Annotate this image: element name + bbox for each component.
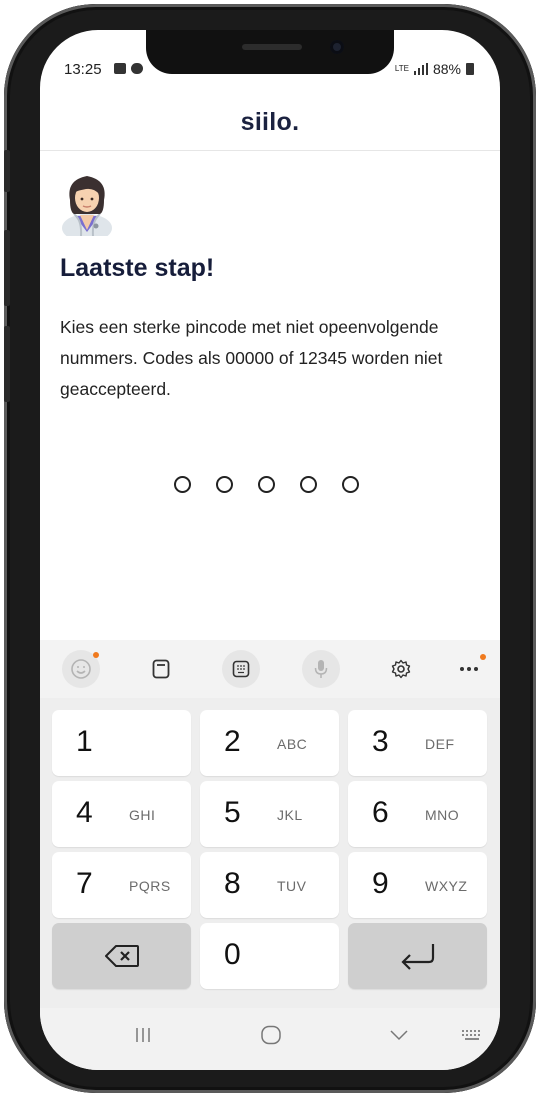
key-number: 5 xyxy=(224,796,241,829)
volume-down-button xyxy=(4,326,10,402)
notification-dot xyxy=(480,654,486,660)
key-2[interactable]: 2 ABC xyxy=(200,710,339,776)
key-letters: GHI xyxy=(129,807,156,823)
pin-dot xyxy=(174,476,191,493)
doctor-woman-icon xyxy=(62,176,112,236)
key-number: 8 xyxy=(224,867,241,900)
key-number: 0 xyxy=(224,938,241,971)
key-letters: WXYZ xyxy=(425,878,468,894)
key-number: 7 xyxy=(76,867,93,900)
key-1[interactable]: 1 xyxy=(52,710,191,776)
notification-icons xyxy=(114,63,143,74)
key-5[interactable]: 5 JKL xyxy=(200,781,339,847)
key-letters: MNO xyxy=(425,807,460,823)
key-0[interactable]: 0 xyxy=(200,923,339,989)
volume-up-button xyxy=(4,230,10,306)
key-3[interactable]: 3 DEF xyxy=(348,710,487,776)
key-letters: PQRS xyxy=(129,878,171,894)
battery-percent: 88% xyxy=(432,61,461,77)
key-4[interactable]: 4 GHI xyxy=(52,781,191,847)
pin-dot xyxy=(216,476,233,493)
enter-icon xyxy=(400,944,434,970)
pin-dot xyxy=(300,476,317,493)
network-type: LTE xyxy=(394,64,409,73)
camera xyxy=(330,40,344,54)
key-letters: ABC xyxy=(277,736,308,752)
key-8[interactable]: 8 TUV xyxy=(200,852,339,918)
navigation-bar xyxy=(40,1008,500,1070)
page-heading: Laatste stap! xyxy=(60,254,215,282)
pin-indicator xyxy=(174,476,359,493)
key-6[interactable]: 6 MNO xyxy=(348,781,487,847)
key-number: 6 xyxy=(372,796,389,829)
key-letters: TUV xyxy=(277,878,307,894)
key-letters: DEF xyxy=(425,736,455,752)
recent-apps-icon[interactable] xyxy=(128,1022,158,1048)
gear-icon[interactable] xyxy=(382,650,420,688)
more-icon[interactable] xyxy=(450,650,488,688)
key-letters: JKL xyxy=(277,807,303,823)
keyboard-switch-icon[interactable] xyxy=(458,1022,486,1048)
home-icon[interactable] xyxy=(256,1022,286,1048)
key-number: 4 xyxy=(76,796,93,829)
pin-dot xyxy=(258,476,275,493)
keyboard-toolbar xyxy=(40,640,500,698)
signal-icon xyxy=(413,63,428,75)
keypad-icon[interactable] xyxy=(222,650,260,688)
pin-dot xyxy=(342,476,359,493)
side-button xyxy=(4,150,10,192)
app-logo: siilo. xyxy=(240,108,300,136)
key-9[interactable]: 9 WXYZ xyxy=(348,852,487,918)
backspace-icon xyxy=(104,945,139,967)
microphone-icon[interactable] xyxy=(302,650,340,688)
battery-icon xyxy=(466,63,474,75)
back-icon[interactable] xyxy=(384,1022,414,1048)
backspace-button[interactable] xyxy=(52,923,191,989)
screen: 13:25 LTE 88% siilo. Laatste stap! Kies … xyxy=(40,30,500,1070)
key-7[interactable]: 7 PQRS xyxy=(52,852,191,918)
notification-dot xyxy=(93,652,99,658)
clipboard-icon[interactable] xyxy=(142,650,180,688)
chat-notification-icon xyxy=(131,63,143,74)
status-time: 13:25 xyxy=(64,61,102,78)
image-notification-icon xyxy=(114,63,126,74)
notch xyxy=(146,30,394,74)
app-header: siilo. xyxy=(40,110,500,151)
status-right: LTE 88% xyxy=(395,61,474,77)
key-number: 9 xyxy=(372,867,389,900)
key-number: 2 xyxy=(224,725,241,758)
key-number: 1 xyxy=(76,725,93,758)
emoji-icon[interactable] xyxy=(62,650,100,688)
numeric-keyboard: 1 2 ABC 3 DEF 4 GHI 5 JKL 6 MNO 7 PQRS 8 xyxy=(40,698,500,1008)
page-description: Kies een sterke pincode met niet opeenvo… xyxy=(60,317,443,399)
enter-button[interactable] xyxy=(348,923,487,989)
speaker xyxy=(242,44,302,50)
key-number: 3 xyxy=(372,725,389,758)
